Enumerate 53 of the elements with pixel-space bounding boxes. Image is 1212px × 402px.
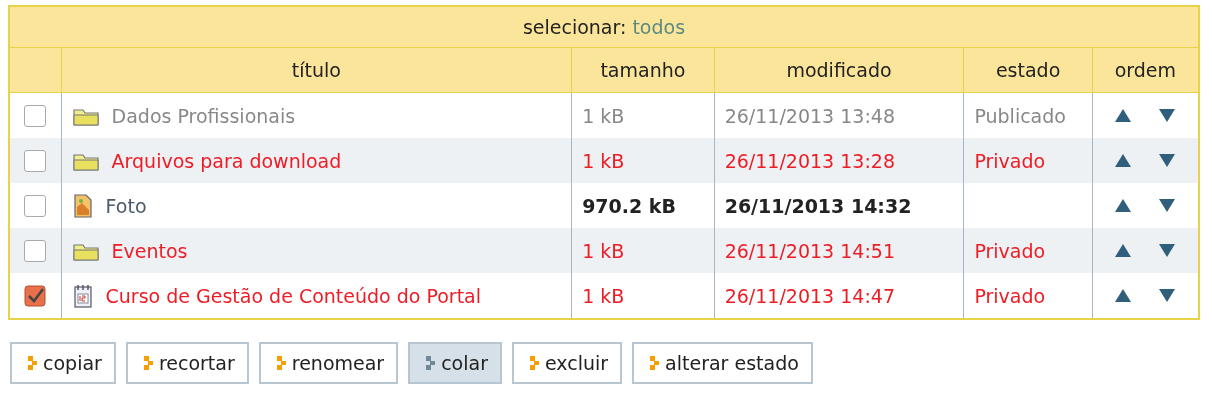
checkbox[interactable]	[24, 105, 47, 128]
column-header[interactable]: estado	[963, 47, 1093, 93]
action-button[interactable]: excluir	[511, 342, 623, 384]
modified-date: 26/11/2013 14:51	[724, 239, 895, 262]
move-up-icon[interactable]	[1115, 289, 1132, 302]
column-header[interactable]: título	[61, 47, 572, 93]
move-up-icon[interactable]	[1115, 154, 1132, 167]
modified-date: 26/11/2013 14:32	[724, 194, 912, 217]
move-down-icon[interactable]	[1159, 154, 1176, 167]
move-down-icon[interactable]	[1159, 289, 1176, 302]
size-text: 1 kB	[582, 239, 625, 262]
image-file-icon	[71, 192, 94, 219]
state-text: Privado	[974, 239, 1046, 262]
arrow-bullet-icon	[276, 356, 286, 370]
select-label: selecionar:	[522, 16, 627, 38]
state-text: Privado	[974, 149, 1046, 172]
move-down-icon[interactable]	[1159, 244, 1176, 257]
size-text: 1 kB	[582, 104, 625, 127]
arrow-bullet-icon	[529, 356, 539, 370]
column-header[interactable]: tamanho	[571, 47, 715, 93]
action-button[interactable]: copiar	[10, 342, 116, 384]
action-button[interactable]: colar	[408, 342, 502, 384]
checkbox[interactable]	[24, 240, 47, 263]
state-text: Privado	[974, 284, 1046, 307]
arrow-bullet-icon	[650, 356, 660, 370]
item-title-link[interactable]: Curso de Gestão de Conteúdo do Portal	[105, 284, 482, 307]
arrow-bullet-icon	[143, 356, 153, 370]
calendar-icon	[71, 282, 94, 309]
item-title-link[interactable]: Eventos	[111, 239, 188, 262]
size-text: 1 kB	[582, 284, 625, 307]
checkbox[interactable]	[24, 195, 47, 218]
action-button[interactable]: alterar estado	[632, 342, 813, 384]
move-down-icon[interactable]	[1159, 109, 1176, 122]
item-title-link[interactable]: Foto	[105, 194, 147, 217]
size-text: 970.2 kB	[582, 194, 676, 217]
modified-date: 26/11/2013 13:28	[724, 149, 895, 172]
checkbox[interactable]	[24, 285, 47, 308]
checkbox[interactable]	[24, 150, 47, 173]
action-button[interactable]: renomear	[258, 342, 399, 384]
arrow-bullet-icon	[28, 356, 37, 370]
move-up-icon[interactable]	[1115, 199, 1132, 212]
item-title-link[interactable]: Dados Profissionais	[111, 104, 296, 127]
move-down-icon[interactable]	[1159, 199, 1176, 212]
size-text: 1 kB	[582, 149, 625, 172]
action-button[interactable]: recortar	[125, 342, 249, 384]
state-text: Publicado	[974, 104, 1066, 127]
move-up-icon[interactable]	[1115, 244, 1132, 257]
column-header[interactable]: ordem	[1092, 47, 1199, 93]
column-header[interactable]: modificado	[714, 47, 964, 93]
arrow-bullet-icon	[426, 356, 436, 370]
modified-date: 26/11/2013 14:47	[724, 284, 895, 307]
move-up-icon[interactable]	[1115, 109, 1132, 122]
modified-date: 26/11/2013 13:48	[724, 104, 895, 127]
